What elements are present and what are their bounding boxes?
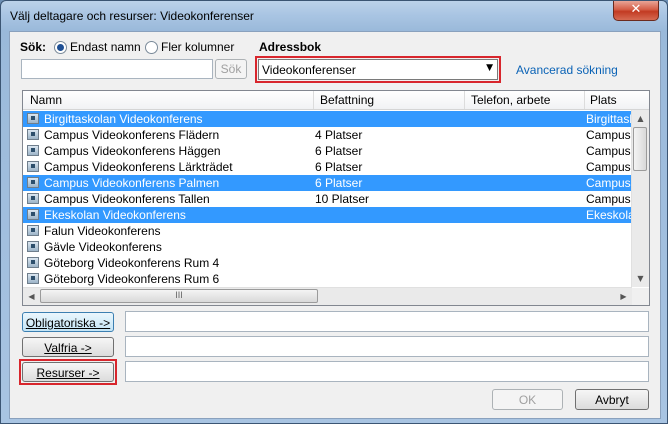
cell-location: Birgittaskolan	[586, 112, 632, 126]
list-row[interactable]: Campus Videokonferens Tallen 10 Platser Ca…	[23, 191, 632, 207]
scroll-left-icon[interactable]: ◀	[23, 288, 40, 305]
cell-name: Campus Videokonferens Palmen	[44, 176, 220, 190]
cell-location: Campus Skövde	[586, 128, 632, 142]
cell-name: Göteborg Videokonferens Rum 4	[44, 256, 220, 270]
cell-location: Campus Skövde	[586, 192, 632, 206]
search-label: Sök:	[20, 40, 47, 54]
window-title: Välj deltagare och resurser: Videokonfer…	[10, 9, 254, 23]
scroll-right-icon[interactable]: ▶	[615, 288, 632, 305]
cancel-button[interactable]: Avbryt	[575, 389, 649, 410]
cell-location: Campus Skövde	[586, 144, 632, 158]
list-row[interactable]: Ekeskolan Videokonferens Ekeskolan	[23, 207, 632, 223]
resources-button-label: Resurser ->	[36, 366, 100, 380]
resources-field[interactable]	[125, 361, 649, 382]
list-row[interactable]: Göteborg Videokonferens Rum 6	[23, 271, 632, 287]
cell-title: 6 Platser	[315, 144, 363, 158]
conference-room-icon	[27, 161, 39, 172]
list-row[interactable]: Göteborg Videokonferens Rum 4	[23, 255, 632, 271]
list-rows: Birgittaskolan Videokonferens Birgittasko…	[23, 111, 632, 287]
optional-button[interactable]: Valfria ->	[22, 337, 114, 357]
radio-name-only[interactable]	[54, 41, 67, 54]
cell-location: Campus Skövde	[586, 160, 632, 174]
cell-location: Ekeskolan	[586, 208, 632, 222]
list-row[interactable]: Gävle Videokonferens	[23, 239, 632, 255]
scroll-down-icon[interactable]: ▼	[632, 270, 649, 287]
address-list[interactable]: Namn Befattning Telefon, arbete Plats Bi…	[22, 90, 650, 306]
required-button-label: Obligatoriska ->	[25, 316, 111, 330]
column-separator[interactable]	[584, 91, 585, 109]
close-button[interactable]: ✕	[613, 1, 659, 21]
cell-name: Gävle Videokonferens	[44, 240, 162, 254]
ok-button[interactable]: OK	[492, 389, 563, 410]
cell-title: 6 Platser	[315, 160, 363, 174]
column-header-name[interactable]: Namn	[30, 93, 62, 107]
addressbook-selected: Videokonferenser	[262, 63, 356, 77]
dialog-client-area: Sök: Endast namn Fler kolumner Adressbok…	[9, 31, 661, 419]
conference-room-icon	[27, 225, 39, 236]
conference-room-icon	[27, 241, 39, 252]
addressbook-dropdown[interactable]: Videokonferenser ▼	[258, 59, 498, 80]
optional-button-label: Valfria ->	[44, 341, 92, 355]
close-icon: ✕	[630, 2, 642, 17]
cell-name: Campus Videokonferens Lärkträdet	[44, 160, 233, 174]
horizontal-scrollbar[interactable]: ◀ III ▶	[23, 287, 632, 305]
required-button[interactable]: Obligatoriska ->	[22, 312, 114, 332]
cell-title: 6 Platser	[315, 176, 363, 190]
vertical-scrollbar[interactable]: ▲ ▼	[631, 110, 649, 287]
cell-name: Campus Videokonferens Tallen	[44, 192, 210, 206]
search-input[interactable]	[21, 59, 213, 79]
required-field[interactable]	[125, 311, 649, 332]
optional-field[interactable]	[125, 336, 649, 357]
column-separator[interactable]	[464, 91, 465, 109]
cell-name: Göteborg Videokonferens Rum 6	[44, 272, 220, 286]
grip-icon: III	[175, 290, 183, 300]
advanced-search-link[interactable]: Avancerad sökning	[516, 63, 618, 77]
conference-room-icon	[27, 193, 39, 204]
cell-title: 4 Platser	[315, 128, 363, 142]
column-header-location[interactable]: Plats	[590, 93, 617, 107]
scroll-corner	[632, 288, 649, 305]
vertical-scroll-thumb[interactable]	[633, 127, 647, 171]
list-row[interactable]: Campus Videokonferens Palmen 6 Platser Cam…	[23, 175, 632, 191]
list-row[interactable]: Birgittaskolan Videokonferens Birgittasko…	[23, 111, 632, 127]
cell-name: Campus Videokonferens Häggen	[44, 144, 221, 158]
radio-more-columns[interactable]	[145, 41, 158, 54]
column-separator[interactable]	[313, 91, 314, 109]
conference-room-icon	[27, 113, 39, 124]
conference-room-icon	[27, 145, 39, 156]
cell-name: Falun Videokonferens	[44, 224, 161, 238]
list-header: Namn Befattning Telefon, arbete Plats	[23, 91, 649, 110]
title-bar[interactable]: Välj deltagare och resurser: Videokonfer…	[1, 1, 667, 31]
conference-room-icon	[27, 209, 39, 220]
list-row[interactable]: Campus Videokonferens Flädern 4 Platser Ca…	[23, 127, 632, 143]
conference-room-icon	[27, 257, 39, 268]
cell-name: Campus Videokonferens Flädern	[44, 128, 220, 142]
cell-name: Ekeskolan Videokonferens	[44, 208, 186, 222]
search-button[interactable]: Sök	[215, 59, 247, 79]
cell-name: Birgittaskolan Videokonferens	[44, 112, 203, 126]
addressbook-label: Adressbok	[259, 40, 322, 54]
cell-title: 10 Platser	[315, 192, 370, 206]
scroll-up-icon[interactable]: ▲	[632, 110, 649, 127]
dialog-window: Välj deltagare och resurser: Videokonfer…	[0, 0, 668, 424]
conference-room-icon	[27, 273, 39, 284]
cell-location: Campus Skövde	[586, 176, 632, 190]
radio-name-only-label[interactable]: Endast namn	[70, 40, 141, 54]
list-row[interactable]: Campus Videokonferens Lärkträdet 6 Platse…	[23, 159, 632, 175]
resources-button[interactable]: Resurser ->	[22, 362, 114, 382]
list-row[interactable]: Falun Videokonferens	[23, 223, 632, 239]
column-header-phone[interactable]: Telefon, arbete	[471, 93, 550, 107]
chevron-down-icon: ▼	[486, 63, 493, 73]
conference-room-icon	[27, 129, 39, 140]
column-header-title[interactable]: Befattning	[320, 93, 374, 107]
radio-more-columns-label[interactable]: Fler kolumner	[161, 40, 234, 54]
conference-room-icon	[27, 177, 39, 188]
list-row[interactable]: Campus Videokonferens Häggen 6 Platser Cam…	[23, 143, 632, 159]
horizontal-scroll-thumb[interactable]: III	[40, 289, 318, 303]
